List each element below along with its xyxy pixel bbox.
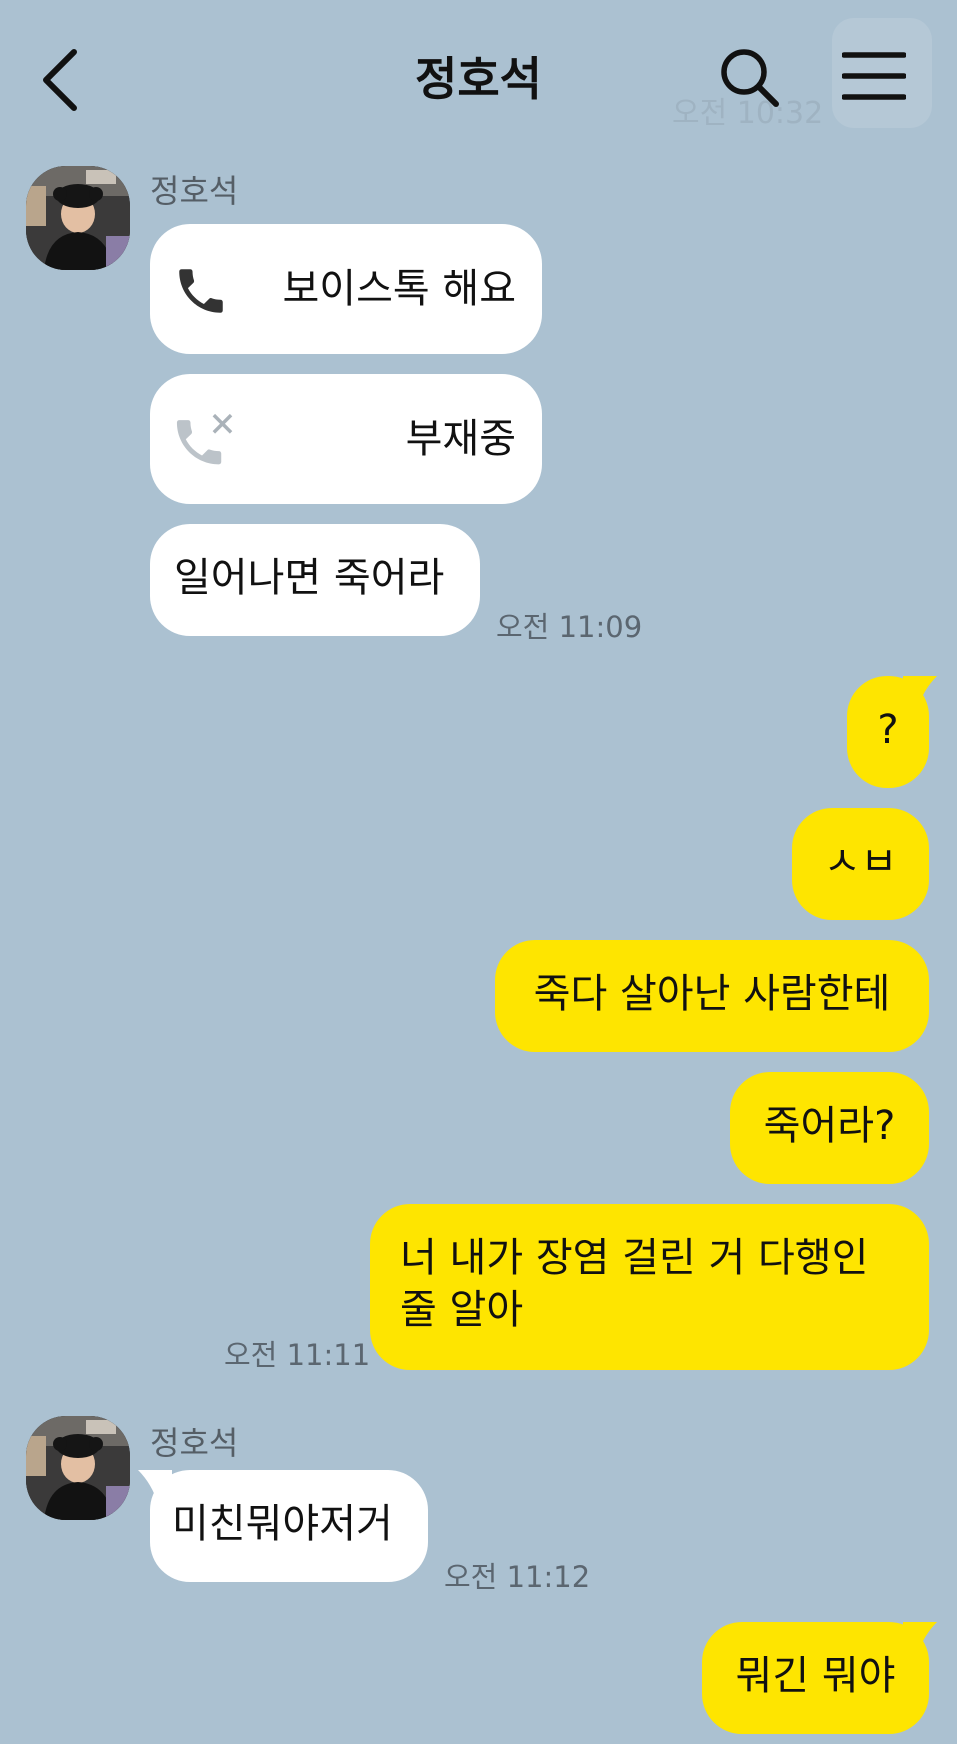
message-text: ? xyxy=(877,707,899,753)
message-text: 죽다 살아난 사람한테 xyxy=(533,971,891,1017)
avatar[interactable] xyxy=(26,166,130,270)
message-bubble[interactable]: 미친뭐야저거 xyxy=(150,1470,428,1582)
avatar-image xyxy=(26,166,130,270)
message-text: 일어나면 죽어라 xyxy=(174,555,445,601)
message-timestamp: 오전 11:12 xyxy=(444,1560,591,1594)
avatar[interactable] xyxy=(26,1416,130,1520)
message-bubble[interactable]: ? xyxy=(847,676,929,788)
chat-title: 정호석 xyxy=(415,52,542,106)
message-bubble[interactable]: 죽어라? xyxy=(730,1072,929,1184)
phone-icon xyxy=(179,269,223,313)
message-bubble[interactable]: 뭐긴 뭐야 xyxy=(702,1622,929,1734)
call-label: 보이스톡 해요 xyxy=(282,266,516,312)
missed-call-bubble[interactable]: 부재중 xyxy=(150,374,542,504)
message-text: 미친뭐야저거 xyxy=(172,1501,393,1547)
message-text: 죽어라? xyxy=(763,1103,896,1149)
message-text-line: 줄 알아 xyxy=(400,1287,524,1333)
sender-name: 정호석 xyxy=(150,1424,239,1462)
hamburger-menu-icon[interactable] xyxy=(842,50,906,102)
message-bubble[interactable]: 일어나면 죽어라 xyxy=(150,524,480,636)
message-text: 뭐긴 뭐야 xyxy=(735,1653,896,1699)
message-bubble[interactable]: 죽다 살아난 사람한테 xyxy=(495,940,929,1052)
message-text: ㅅㅂ xyxy=(823,839,898,885)
avatar-image xyxy=(26,1416,130,1520)
message-text-line: 너 내가 장염 걸린 거 다행인 xyxy=(400,1235,869,1281)
search-icon[interactable] xyxy=(716,44,786,114)
sender-name: 정호석 xyxy=(150,172,239,210)
message-bubble[interactable]: 너 내가 장염 걸린 거 다행인 줄 알아 xyxy=(370,1204,929,1370)
voice-call-bubble[interactable]: 보이스톡 해요 xyxy=(150,224,542,354)
message-bubble[interactable]: ㅅㅂ xyxy=(792,808,929,920)
missed-call-icon xyxy=(176,413,233,465)
message-timestamp: 오전 11:11 xyxy=(224,1338,371,1372)
call-label: 부재중 xyxy=(405,416,516,462)
message-timestamp: 오전 11:09 xyxy=(496,610,643,644)
